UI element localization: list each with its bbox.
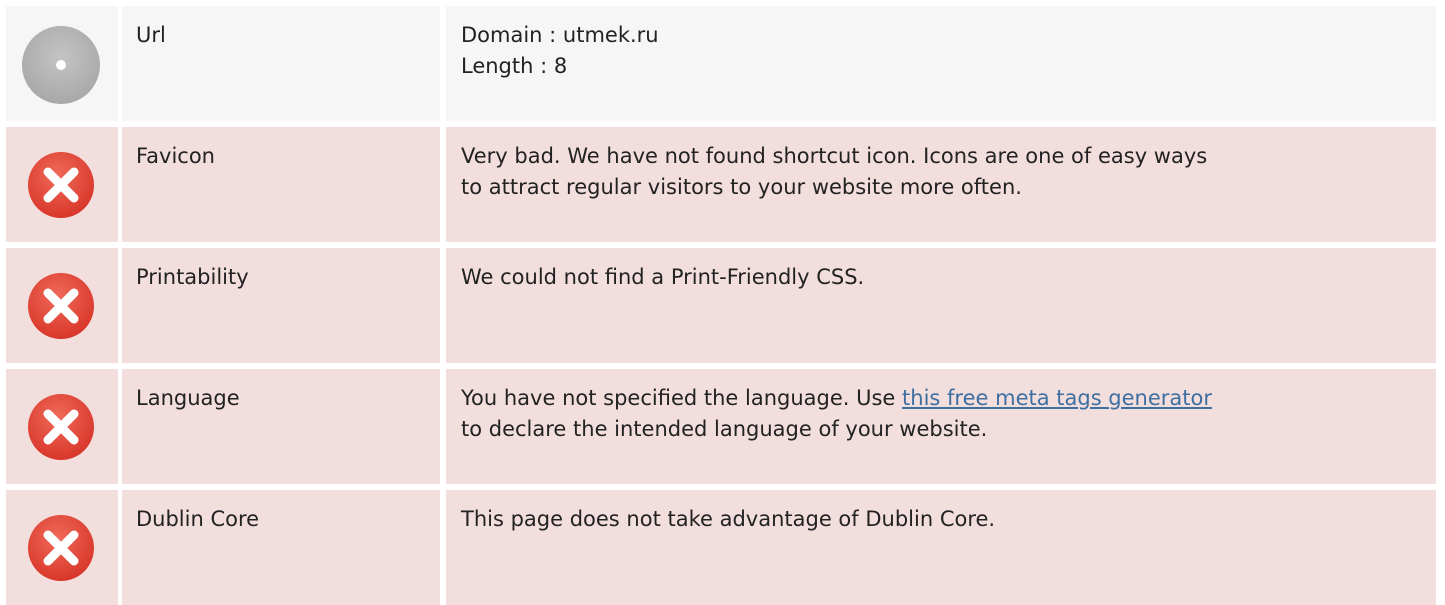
neutral-disc-icon bbox=[22, 26, 100, 104]
error-x-icon bbox=[28, 152, 94, 218]
language-text-after-link: to declare the intended language of your… bbox=[461, 417, 988, 441]
report-row-dublin-core: Dublin Core This page does not take adva… bbox=[0, 490, 1445, 605]
report-row-language: Language You have not specified the lang… bbox=[0, 369, 1445, 484]
row-label: Language bbox=[136, 386, 240, 410]
favicon-text-line-1: Very bad. We have not found shortcut ico… bbox=[461, 144, 1208, 168]
row-label-cell: Favicon bbox=[122, 127, 440, 242]
status-cell bbox=[6, 127, 118, 242]
language-text-line-1: You have not specified the language. Use… bbox=[461, 383, 1436, 414]
row-label-cell: Url bbox=[122, 6, 440, 121]
row-label: Dublin Core bbox=[136, 507, 260, 531]
row-value-cell: Domain : utmek.ru Length : 8 bbox=[446, 6, 1436, 121]
row-value-cell: This page does not take advantage of Dub… bbox=[446, 490, 1436, 605]
dublin-core-text: This page does not take advantage of Dub… bbox=[461, 507, 996, 531]
error-x-icon bbox=[28, 515, 94, 581]
report-row-printability: Printability We could not find a Print-F… bbox=[0, 248, 1445, 363]
error-x-icon bbox=[28, 273, 94, 339]
status-cell bbox=[6, 248, 118, 363]
report-row-favicon: Favicon Very bad. We have not found shor… bbox=[0, 127, 1445, 242]
status-cell bbox=[6, 6, 118, 121]
row-label-cell: Language bbox=[122, 369, 440, 484]
row-value: You have not specified the language. Use… bbox=[461, 383, 1436, 445]
meta-tags-generator-link[interactable]: this free meta tags generator bbox=[902, 386, 1212, 410]
row-label-cell: Printability bbox=[122, 248, 440, 363]
row-label-cell: Dublin Core bbox=[122, 490, 440, 605]
report-row-url: Url Domain : utmek.ru Length : 8 bbox=[0, 6, 1445, 121]
row-value: This page does not take advantage of Dub… bbox=[461, 504, 1436, 535]
error-x-icon bbox=[28, 394, 94, 460]
length-text: Length : 8 bbox=[461, 54, 568, 78]
row-label: Favicon bbox=[136, 144, 215, 168]
domain-text: Domain : utmek.ru bbox=[461, 23, 659, 47]
printability-text: We could not find a Print-Friendly CSS. bbox=[461, 265, 865, 289]
row-label: Printability bbox=[136, 265, 249, 289]
row-label: Url bbox=[136, 23, 166, 47]
status-cell bbox=[6, 490, 118, 605]
row-value-cell: We could not find a Print-Friendly CSS. bbox=[446, 248, 1436, 363]
row-value: Domain : utmek.ru Length : 8 bbox=[461, 20, 1436, 82]
seo-report-table: Url Domain : utmek.ru Length : 8 Favicon… bbox=[0, 0, 1445, 605]
language-text-before-link: You have not specified the language. Use bbox=[461, 386, 903, 410]
row-value-cell: You have not specified the language. Use… bbox=[446, 369, 1436, 484]
favicon-text-line-2: to attract regular visitors to your webs… bbox=[461, 175, 1022, 199]
status-cell bbox=[6, 369, 118, 484]
row-value-cell: Very bad. We have not found shortcut ico… bbox=[446, 127, 1436, 242]
row-value: We could not find a Print-Friendly CSS. bbox=[461, 262, 1436, 293]
row-value: Very bad. We have not found shortcut ico… bbox=[461, 141, 1436, 203]
